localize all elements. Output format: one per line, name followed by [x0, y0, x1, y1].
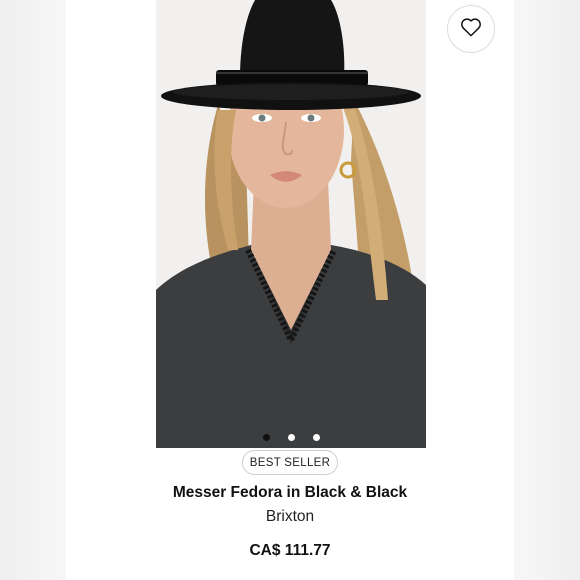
wishlist-button[interactable] [447, 5, 495, 53]
pagination-dot-1[interactable] [262, 433, 270, 441]
left-backdrop [0, 0, 66, 580]
image-pagination [156, 430, 426, 444]
product-price: CA$ 111.77 [249, 542, 331, 559]
model-wearing-fedora-illustration [156, 0, 426, 448]
heart-outline-icon [460, 17, 482, 42]
product-title[interactable]: Messer Fedora in Black & Black [66, 484, 514, 502]
product-image[interactable] [156, 0, 426, 448]
right-backdrop [514, 0, 580, 580]
pagination-dot-3[interactable] [312, 433, 320, 441]
product-card: BEST SELLER Messer Fedora in Black & Bla… [66, 0, 514, 580]
pagination-dot-2[interactable] [287, 433, 295, 441]
best-seller-badge: BEST SELLER [242, 450, 338, 475]
product-brand[interactable]: Brixton [66, 508, 514, 526]
